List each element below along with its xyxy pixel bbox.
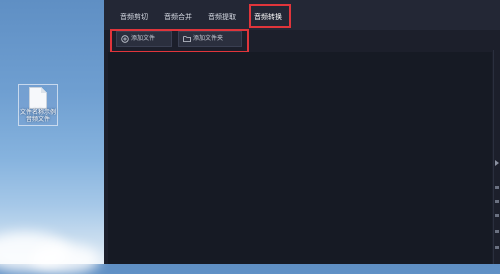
tab-bar: 音频剪切 音频合并 音频提取 音频转换 <box>104 0 500 30</box>
side-divider <box>493 50 494 264</box>
app-window: 音频剪切 音频合并 音频提取 音频转换 添加文件 添加文件夹 <box>104 0 500 264</box>
wallpaper-cloud <box>30 244 100 274</box>
desktop-file-label: 文件名称示例 音频文件 <box>19 109 56 123</box>
toolbar-highlight <box>110 29 249 53</box>
tab-audio-cut[interactable]: 音频剪切 <box>120 12 148 22</box>
tab-audio-merge[interactable]: 音频合并 <box>164 12 192 22</box>
tab-audio-extract[interactable]: 音频提取 <box>208 12 236 22</box>
file-list-area[interactable] <box>108 52 492 264</box>
side-panel-marks <box>495 0 500 264</box>
desktop-file[interactable]: 文件名称示例 音频文件 <box>18 84 58 126</box>
active-tab-highlight <box>249 4 291 28</box>
document-icon <box>29 87 47 109</box>
